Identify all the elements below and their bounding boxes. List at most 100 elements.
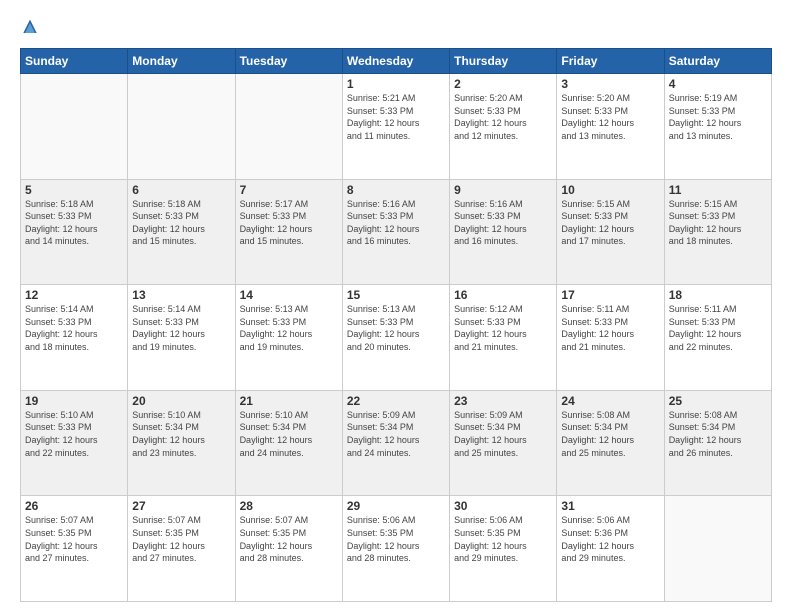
calendar-cell: 19Sunrise: 5:10 AM Sunset: 5:33 PM Dayli… [21,390,128,496]
day-number: 18 [669,288,767,302]
calendar-cell: 17Sunrise: 5:11 AM Sunset: 5:33 PM Dayli… [557,285,664,391]
calendar-cell: 21Sunrise: 5:10 AM Sunset: 5:34 PM Dayli… [235,390,342,496]
calendar-cell [235,74,342,180]
calendar-cell: 16Sunrise: 5:12 AM Sunset: 5:33 PM Dayli… [450,285,557,391]
day-info: Sunrise: 5:12 AM Sunset: 5:33 PM Dayligh… [454,303,552,353]
day-info: Sunrise: 5:19 AM Sunset: 5:33 PM Dayligh… [669,92,767,142]
calendar-cell: 1Sunrise: 5:21 AM Sunset: 5:33 PM Daylig… [342,74,449,180]
day-info: Sunrise: 5:09 AM Sunset: 5:34 PM Dayligh… [347,409,445,459]
day-number: 11 [669,183,767,197]
weekday-header-saturday: Saturday [664,49,771,74]
calendar-week-1: 1Sunrise: 5:21 AM Sunset: 5:33 PM Daylig… [21,74,772,180]
day-number: 5 [25,183,123,197]
day-number: 9 [454,183,552,197]
day-info: Sunrise: 5:06 AM Sunset: 5:36 PM Dayligh… [561,514,659,564]
day-info: Sunrise: 5:13 AM Sunset: 5:33 PM Dayligh… [240,303,338,353]
day-number: 6 [132,183,230,197]
calendar-week-5: 26Sunrise: 5:07 AM Sunset: 5:35 PM Dayli… [21,496,772,602]
day-info: Sunrise: 5:15 AM Sunset: 5:33 PM Dayligh… [669,198,767,248]
calendar-cell: 25Sunrise: 5:08 AM Sunset: 5:34 PM Dayli… [664,390,771,496]
day-number: 15 [347,288,445,302]
day-info: Sunrise: 5:10 AM Sunset: 5:33 PM Dayligh… [25,409,123,459]
day-number: 28 [240,499,338,513]
calendar-cell: 6Sunrise: 5:18 AM Sunset: 5:33 PM Daylig… [128,179,235,285]
day-number: 7 [240,183,338,197]
calendar-cell: 18Sunrise: 5:11 AM Sunset: 5:33 PM Dayli… [664,285,771,391]
day-info: Sunrise: 5:14 AM Sunset: 5:33 PM Dayligh… [25,303,123,353]
day-info: Sunrise: 5:16 AM Sunset: 5:33 PM Dayligh… [347,198,445,248]
day-info: Sunrise: 5:06 AM Sunset: 5:35 PM Dayligh… [454,514,552,564]
day-info: Sunrise: 5:07 AM Sunset: 5:35 PM Dayligh… [240,514,338,564]
day-number: 4 [669,77,767,91]
day-number: 20 [132,394,230,408]
calendar-cell: 3Sunrise: 5:20 AM Sunset: 5:33 PM Daylig… [557,74,664,180]
day-info: Sunrise: 5:20 AM Sunset: 5:33 PM Dayligh… [454,92,552,142]
calendar-cell: 4Sunrise: 5:19 AM Sunset: 5:33 PM Daylig… [664,74,771,180]
calendar-cell: 29Sunrise: 5:06 AM Sunset: 5:35 PM Dayli… [342,496,449,602]
logo [20,18,44,38]
calendar-cell: 22Sunrise: 5:09 AM Sunset: 5:34 PM Dayli… [342,390,449,496]
weekday-header-monday: Monday [128,49,235,74]
logo-icon [20,18,40,38]
calendar-cell: 13Sunrise: 5:14 AM Sunset: 5:33 PM Dayli… [128,285,235,391]
calendar-week-3: 12Sunrise: 5:14 AM Sunset: 5:33 PM Dayli… [21,285,772,391]
calendar-cell: 12Sunrise: 5:14 AM Sunset: 5:33 PM Dayli… [21,285,128,391]
weekday-header-tuesday: Tuesday [235,49,342,74]
day-number: 21 [240,394,338,408]
day-info: Sunrise: 5:14 AM Sunset: 5:33 PM Dayligh… [132,303,230,353]
day-number: 19 [25,394,123,408]
calendar-cell: 24Sunrise: 5:08 AM Sunset: 5:34 PM Dayli… [557,390,664,496]
day-number: 16 [454,288,552,302]
day-number: 29 [347,499,445,513]
day-number: 22 [347,394,445,408]
day-number: 23 [454,394,552,408]
day-info: Sunrise: 5:08 AM Sunset: 5:34 PM Dayligh… [561,409,659,459]
day-number: 30 [454,499,552,513]
day-info: Sunrise: 5:11 AM Sunset: 5:33 PM Dayligh… [669,303,767,353]
calendar-cell: 8Sunrise: 5:16 AM Sunset: 5:33 PM Daylig… [342,179,449,285]
weekday-header-wednesday: Wednesday [342,49,449,74]
day-info: Sunrise: 5:18 AM Sunset: 5:33 PM Dayligh… [132,198,230,248]
calendar-cell: 30Sunrise: 5:06 AM Sunset: 5:35 PM Dayli… [450,496,557,602]
calendar-cell: 5Sunrise: 5:18 AM Sunset: 5:33 PM Daylig… [21,179,128,285]
day-number: 24 [561,394,659,408]
day-number: 1 [347,77,445,91]
calendar-table: SundayMondayTuesdayWednesdayThursdayFrid… [20,48,772,602]
day-number: 14 [240,288,338,302]
day-info: Sunrise: 5:20 AM Sunset: 5:33 PM Dayligh… [561,92,659,142]
day-info: Sunrise: 5:16 AM Sunset: 5:33 PM Dayligh… [454,198,552,248]
day-info: Sunrise: 5:21 AM Sunset: 5:33 PM Dayligh… [347,92,445,142]
weekday-header-thursday: Thursday [450,49,557,74]
day-number: 2 [454,77,552,91]
day-number: 8 [347,183,445,197]
day-info: Sunrise: 5:10 AM Sunset: 5:34 PM Dayligh… [240,409,338,459]
calendar-cell: 15Sunrise: 5:13 AM Sunset: 5:33 PM Dayli… [342,285,449,391]
calendar-cell: 28Sunrise: 5:07 AM Sunset: 5:35 PM Dayli… [235,496,342,602]
day-number: 25 [669,394,767,408]
calendar-cell: 14Sunrise: 5:13 AM Sunset: 5:33 PM Dayli… [235,285,342,391]
calendar-cell: 27Sunrise: 5:07 AM Sunset: 5:35 PM Dayli… [128,496,235,602]
day-info: Sunrise: 5:18 AM Sunset: 5:33 PM Dayligh… [25,198,123,248]
day-number: 17 [561,288,659,302]
calendar-cell: 2Sunrise: 5:20 AM Sunset: 5:33 PM Daylig… [450,74,557,180]
day-number: 12 [25,288,123,302]
calendar-cell: 10Sunrise: 5:15 AM Sunset: 5:33 PM Dayli… [557,179,664,285]
day-info: Sunrise: 5:10 AM Sunset: 5:34 PM Dayligh… [132,409,230,459]
calendar-cell [128,74,235,180]
calendar-cell: 26Sunrise: 5:07 AM Sunset: 5:35 PM Dayli… [21,496,128,602]
day-number: 3 [561,77,659,91]
calendar-cell: 20Sunrise: 5:10 AM Sunset: 5:34 PM Dayli… [128,390,235,496]
day-info: Sunrise: 5:06 AM Sunset: 5:35 PM Dayligh… [347,514,445,564]
day-number: 10 [561,183,659,197]
day-info: Sunrise: 5:09 AM Sunset: 5:34 PM Dayligh… [454,409,552,459]
calendar-cell: 31Sunrise: 5:06 AM Sunset: 5:36 PM Dayli… [557,496,664,602]
calendar-cell [21,74,128,180]
weekday-header-friday: Friday [557,49,664,74]
day-number: 27 [132,499,230,513]
calendar-cell: 7Sunrise: 5:17 AM Sunset: 5:33 PM Daylig… [235,179,342,285]
weekday-header-sunday: Sunday [21,49,128,74]
page: SundayMondayTuesdayWednesdayThursdayFrid… [0,0,792,612]
day-info: Sunrise: 5:07 AM Sunset: 5:35 PM Dayligh… [25,514,123,564]
day-info: Sunrise: 5:08 AM Sunset: 5:34 PM Dayligh… [669,409,767,459]
calendar-cell: 9Sunrise: 5:16 AM Sunset: 5:33 PM Daylig… [450,179,557,285]
